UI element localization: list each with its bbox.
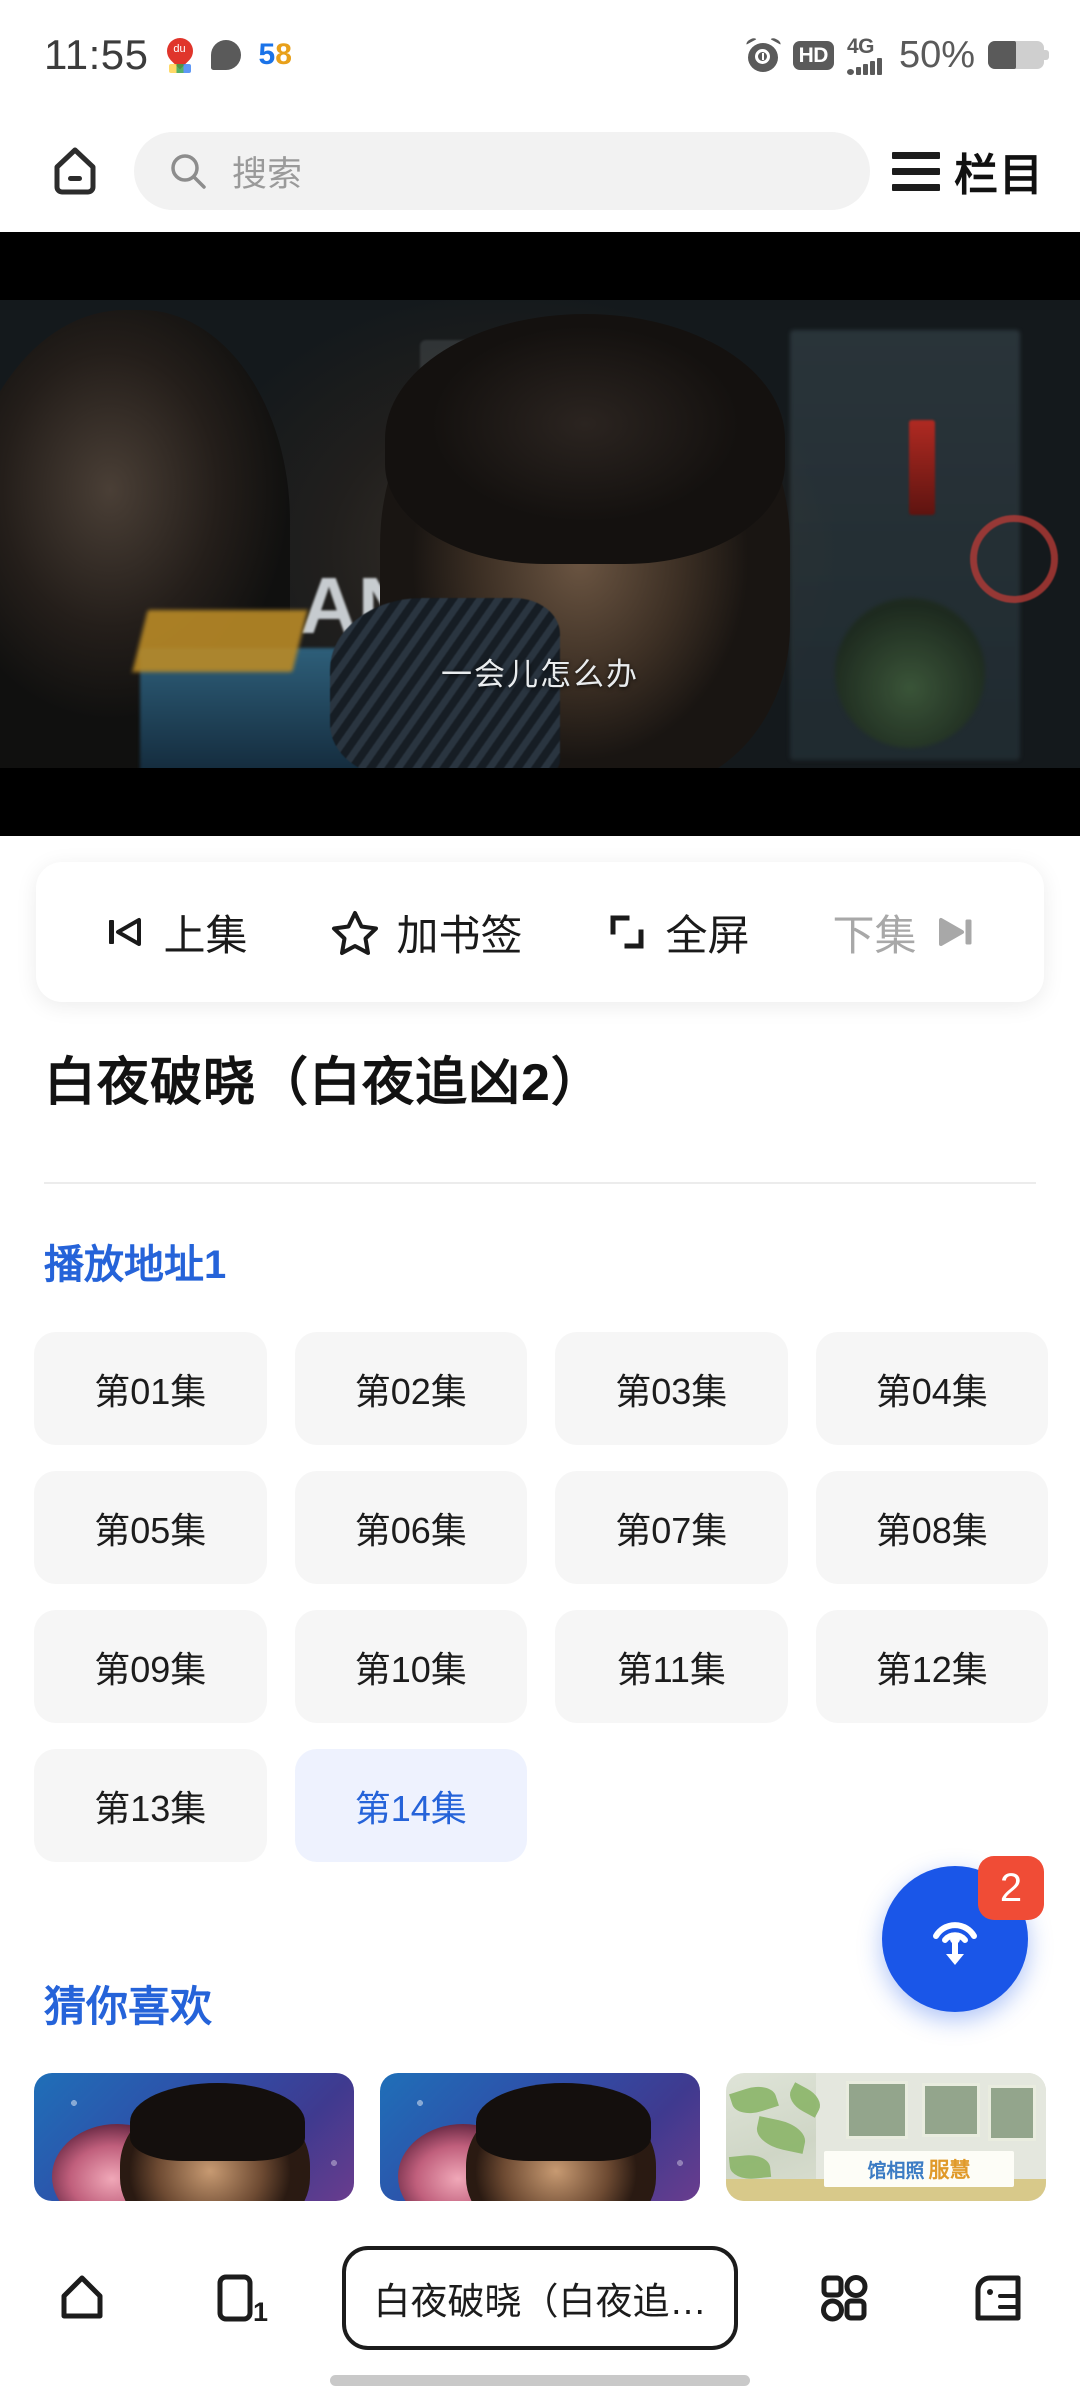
video-bg-red-light [909, 420, 935, 515]
nav-home-button[interactable] [34, 2250, 130, 2346]
recommend-card-3[interactable]: 馆相照 服慧 [726, 2073, 1046, 2201]
video-subtitle: 一会儿怎么办 [441, 657, 639, 692]
hamburger-menu-icon [892, 151, 940, 191]
page-title: 白夜破晓（白夜追凶2） [44, 1054, 604, 1112]
home-icon [61, 2275, 103, 2319]
status-bar: 11:55 du 58 HD 4G 50% [0, 0, 1080, 110]
nav-tabs-button[interactable]: 1 [188, 2250, 284, 2346]
video-bg-no-smoking-sign [970, 515, 1058, 603]
episode-button[interactable]: 第10集 [294, 1610, 527, 1723]
network-type-label: 4G [846, 34, 875, 58]
previous-episode-button[interactable]: 上集 [101, 902, 248, 963]
browser-top-bar: 搜索 栏目 [0, 110, 1080, 232]
home-button[interactable] [38, 134, 112, 208]
episode-button[interactable]: 第03集 [555, 1332, 788, 1445]
status-bar-left: 11:55 du 58 [44, 31, 292, 79]
recommend-row: 馆相照 服慧 [34, 2073, 1048, 2201]
reader-profile-icon [975, 2275, 1021, 2321]
fullscreen-icon [610, 915, 644, 949]
fullscreen-button[interactable]: 全屏 [605, 902, 750, 963]
bookmark-label: 加书签 [396, 911, 523, 959]
download-badge-count: 2 [978, 1856, 1044, 1920]
chat-bubble-icon [210, 40, 241, 70]
next-episode-label: 下集 [832, 911, 917, 959]
episode-button[interactable]: 第02集 [294, 1332, 527, 1445]
source-tab-play-address-1[interactable]: 播放地址1 [44, 1232, 226, 1290]
episode-button[interactable]: 第08集 [815, 1471, 1048, 1584]
episode-button[interactable]: 第12集 [815, 1610, 1048, 1723]
location-pin-icon: du [161, 32, 198, 73]
episode-grid: 第01集 第02集 第03集 第04集 第05集 第06集 第07集 第08集 … [34, 1332, 1048, 1862]
recommend-card-3-banner: 馆相照 服慧 [824, 2151, 1014, 2187]
video-frame: 能 AN 一会儿怎么办 [0, 300, 1080, 768]
recommend-card-1[interactable] [34, 2073, 354, 2201]
nav-profile-button[interactable] [950, 2250, 1046, 2346]
current-page-title: 白夜破晓（白夜追… [373, 2281, 707, 2322]
nav-tabs-count: 1 [252, 2297, 268, 2327]
skip-previous-icon [109, 918, 142, 946]
fullscreen-label: 全屏 [665, 911, 750, 959]
episode-button[interactable]: 第13集 [34, 1749, 267, 1862]
58-app-icon: 58 [259, 40, 292, 70]
search-input[interactable]: 搜索 [134, 132, 870, 210]
gesture-indicator [330, 2375, 750, 2386]
episode-button[interactable]: 第09集 [34, 1610, 267, 1723]
star-icon [332, 911, 379, 955]
recommend-banner-blue-text: 馆相照 [867, 2160, 925, 2182]
location-pin-label: du [173, 43, 186, 55]
search-placeholder: 搜索 [232, 154, 303, 194]
grid-apps-icon [821, 2275, 868, 2322]
video-person-main-hair [385, 314, 785, 564]
hd-icon: HD [792, 40, 834, 70]
bottom-navigation-bar: 1 白夜破晓（白夜追… [0, 2224, 1080, 2400]
episode-button[interactable]: 第06集 [294, 1471, 527, 1584]
home-icon [54, 147, 96, 195]
search-icon [171, 154, 206, 189]
58-icon-digit-5: 5 [258, 38, 276, 71]
recommend-banner-orange-text: 服慧 [928, 2159, 971, 2182]
title-divider [44, 1182, 1036, 1184]
4g-signal-icon: 4G [846, 34, 882, 75]
app-screen: 11:55 du 58 HD 4G 50% 搜索 栏目 AN 一会儿怎么办 上集… [0, 0, 1080, 2400]
episode-button[interactable]: 第07集 [555, 1471, 788, 1584]
battery-percent-label: 50% [898, 33, 975, 76]
battery-icon [988, 41, 1049, 69]
bookmark-button[interactable]: 加书签 [330, 902, 523, 963]
recommend-card-2[interactable] [380, 2073, 700, 2201]
previous-episode-label: 上集 [163, 911, 248, 959]
recommend-section-title: 猜你喜欢 [44, 1983, 213, 2030]
episode-button[interactable]: 第01集 [34, 1332, 267, 1445]
nav-apps-button[interactable] [796, 2250, 892, 2346]
episode-button-active[interactable]: 第14集 [294, 1749, 527, 1862]
episode-button[interactable]: 第05集 [34, 1471, 267, 1584]
columns-menu-button[interactable]: 栏目 [892, 139, 1052, 203]
next-episode-button[interactable]: 下集 [832, 902, 978, 963]
58-icon-digit-8: 8 [275, 38, 292, 71]
status-time: 11:55 [44, 31, 149, 78]
video-player[interactable]: 能 AN 一会儿怎么办 [0, 232, 1080, 836]
columns-menu-label: 栏目 [954, 151, 1044, 200]
episode-button[interactable]: 第11集 [555, 1610, 788, 1723]
episode-button[interactable]: 第04集 [815, 1332, 1048, 1445]
alarm-icon [744, 36, 782, 72]
skip-next-icon [938, 918, 971, 946]
player-controls-bar: 上集 加书签 全屏 下集 [36, 862, 1044, 1002]
current-page-pill[interactable]: 白夜破晓（白夜追… [342, 2246, 738, 2350]
status-bar-right: HD 4G 50% [744, 33, 1049, 77]
